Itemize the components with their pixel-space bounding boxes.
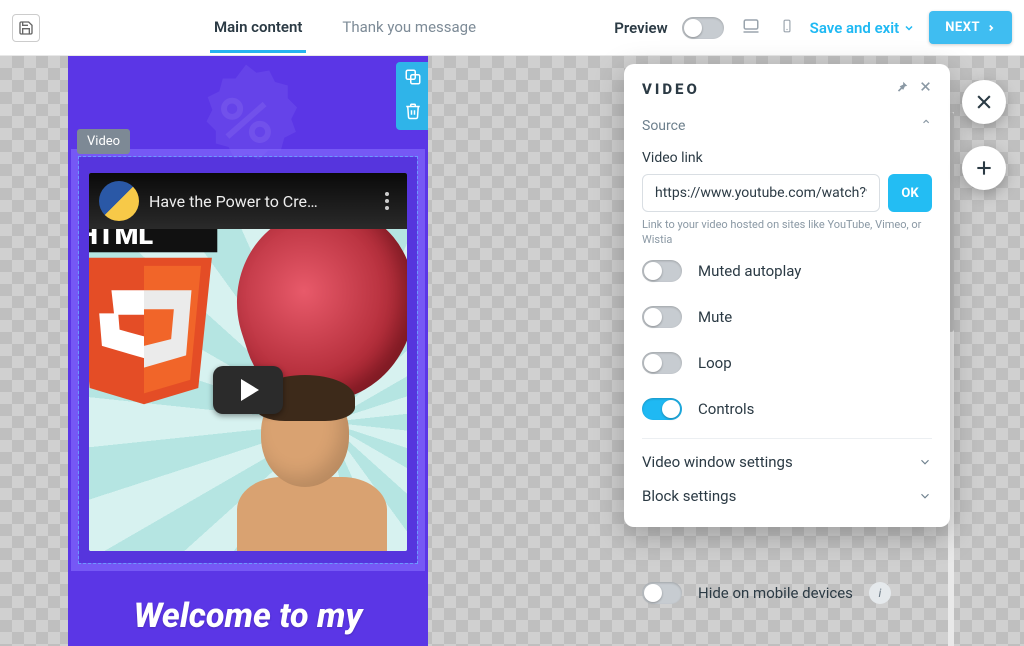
video-thumbnail: HTML: [89, 229, 407, 551]
save-icon-button[interactable]: [12, 14, 40, 42]
video-link-ok-button[interactable]: OK: [888, 174, 932, 212]
source-section-label: Source: [642, 118, 685, 134]
muted-autoplay-row: Muted autoplay: [642, 248, 932, 294]
content-tabs: Main content Thank you message: [210, 2, 480, 53]
topbar-right: Preview Save and exit NEXT: [614, 11, 1012, 44]
panel-title: VIDEO: [642, 80, 700, 98]
video-settings-panel: VIDEO Source ⌃ Video link OK Link to you…: [624, 64, 950, 527]
video-link-row: OK: [642, 174, 932, 212]
block-settings-header[interactable]: Block settings: [642, 477, 932, 511]
source-section-header[interactable]: Source ⌃: [642, 110, 932, 142]
video-window-settings-label: Video window settings: [642, 453, 793, 471]
chevron-down-icon: [903, 22, 915, 34]
loop-row: Loop: [642, 340, 932, 386]
delete-button[interactable]: [404, 102, 422, 124]
element-type-tag: Video: [77, 129, 130, 154]
info-icon: i: [879, 586, 882, 600]
html5-logo-icon: HTML: [89, 229, 229, 407]
save-exit-label: Save and exit: [810, 19, 900, 37]
loop-toggle[interactable]: [642, 352, 682, 374]
chevron-right-icon: [986, 23, 996, 33]
video-link-label: Video link: [642, 150, 932, 166]
mute-label: Mute: [698, 308, 732, 326]
controls-toggle[interactable]: [642, 398, 682, 420]
tab-thank-you[interactable]: Thank you message: [338, 2, 480, 53]
next-button[interactable]: NEXT: [929, 11, 1012, 44]
chevron-down-icon: [918, 489, 932, 503]
hide-on-mobile-toggle[interactable]: [642, 582, 682, 604]
element-tool-buttons: [396, 62, 428, 130]
video-link-hint: Link to your video hosted on sites like …: [642, 218, 932, 248]
controls-label: Controls: [698, 400, 754, 418]
loop-label: Loop: [698, 354, 732, 372]
muted-autoplay-toggle[interactable]: [642, 260, 682, 282]
video-embed[interactable]: Have the Power to Cre… HTML: [89, 173, 407, 551]
mute-toggle[interactable]: [642, 306, 682, 328]
play-button[interactable]: [213, 366, 283, 414]
popup-preview[interactable]: Video Have the Power to Cre… HTML: [68, 56, 428, 646]
close-icon: [974, 92, 994, 112]
panel-header: VIDEO: [642, 80, 932, 98]
welcome-heading[interactable]: Welcome to my: [68, 596, 428, 636]
video-more-button[interactable]: [377, 192, 397, 210]
video-block-selection[interactable]: Video Have the Power to Cre… HTML: [78, 156, 418, 564]
duplicate-button[interactable]: [404, 68, 422, 90]
video-embed-header: Have the Power to Cre…: [89, 173, 407, 229]
save-and-exit-link[interactable]: Save and exit: [810, 19, 916, 37]
preview-toggle[interactable]: [682, 17, 724, 39]
video-link-input[interactable]: [642, 174, 880, 212]
close-icon: [919, 80, 932, 93]
mobile-icon[interactable]: [778, 14, 796, 42]
svg-text:HTML: HTML: [89, 229, 153, 251]
desktop-icon[interactable]: [738, 15, 764, 41]
close-editor-button[interactable]: [962, 80, 1006, 124]
info-button[interactable]: i: [869, 582, 891, 604]
channel-avatar: [99, 181, 139, 221]
save-icon: [18, 20, 34, 36]
chevron-down-icon: [918, 455, 932, 469]
tab-main-content[interactable]: Main content: [210, 2, 306, 53]
chevron-up-icon: ⌃: [920, 118, 932, 134]
plus-icon: [974, 158, 994, 178]
block-settings-label: Block settings: [642, 487, 736, 505]
hide-on-mobile-label: Hide on mobile devices: [698, 584, 853, 602]
pin-button[interactable]: [895, 80, 909, 98]
muted-autoplay-label: Muted autoplay: [698, 262, 801, 280]
next-label: NEXT: [945, 20, 980, 35]
video-title: Have the Power to Cre…: [149, 192, 367, 211]
close-panel-button[interactable]: [919, 80, 932, 98]
right-rail: [962, 80, 1006, 190]
preview-label: Preview: [614, 19, 667, 37]
top-bar: Main content Thank you message Preview S…: [0, 0, 1024, 56]
hide-on-mobile-row: Hide on mobile devices i: [624, 572, 950, 614]
copy-icon: [404, 68, 422, 86]
pin-icon: [895, 80, 909, 94]
trash-icon: [404, 102, 422, 120]
add-element-button[interactable]: [962, 146, 1006, 190]
mute-row: Mute: [642, 294, 932, 340]
video-window-settings-header[interactable]: Video window settings: [642, 439, 932, 477]
controls-row: Controls: [642, 386, 932, 432]
